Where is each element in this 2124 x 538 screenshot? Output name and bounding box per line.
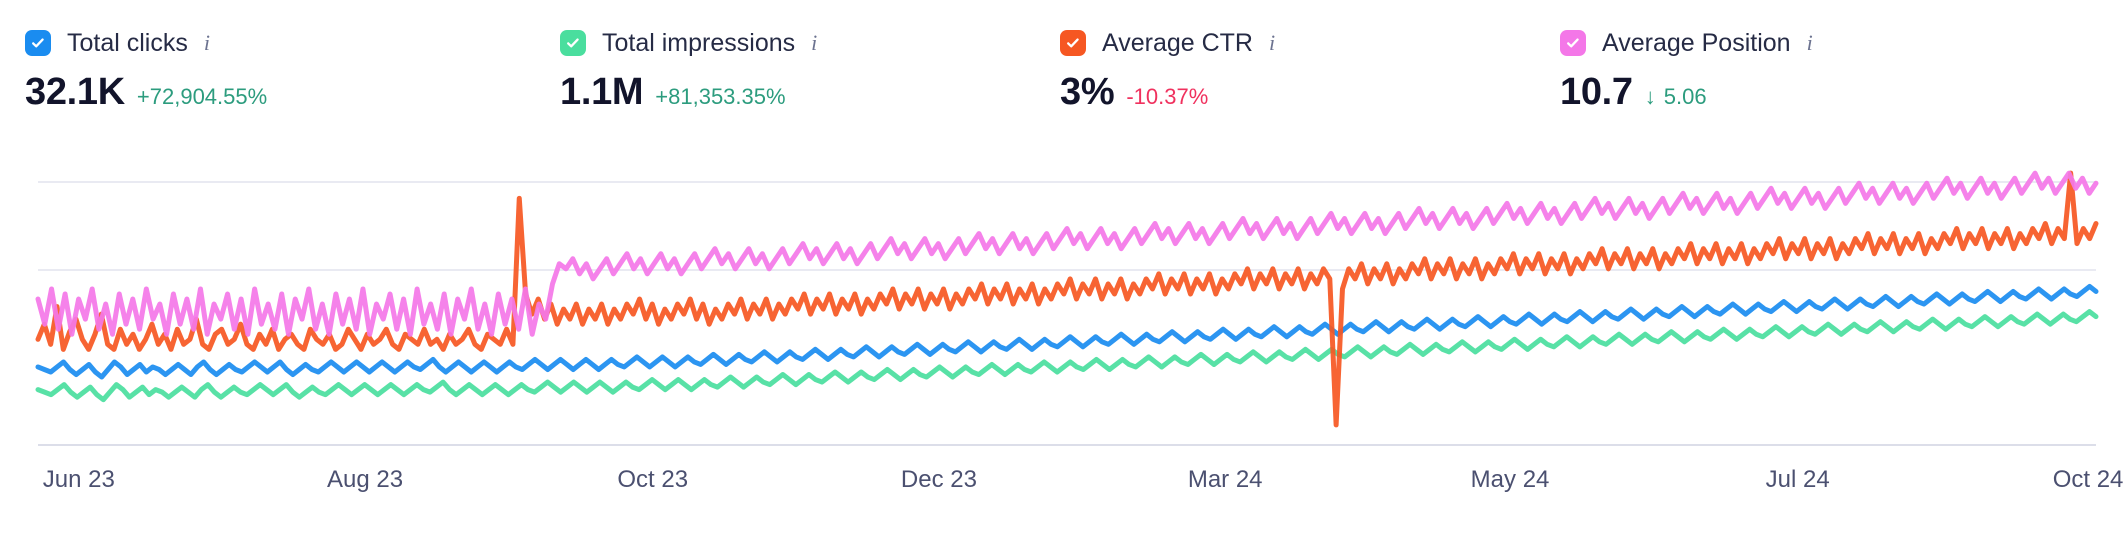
metric-body-total_clicks: 32.1K +72,904.55% — [25, 70, 267, 114]
checkbox-total_impressions[interactable] — [560, 30, 586, 56]
x-tick-5: May 24 — [1470, 466, 1550, 493]
x-tick-7: Oct 24 — [2052, 466, 2124, 493]
performance-chart: Jun 23 Aug 23 Oct 23 Dec 23 Mar 24 May 24 Jul … — [0, 140, 2124, 538]
metric-header-average_position: Average Position i — [1560, 28, 1813, 58]
metric-body-average_ctr: 3% -10.37% — [1060, 70, 1275, 114]
x-tick-4: Mar 24 — [1187, 466, 1263, 493]
info-icon-total_clicks[interactable]: i — [204, 30, 210, 56]
metric-value-average_ctr: 3% — [1060, 71, 1115, 113]
metric-body-total_impressions: 1.1M +81,353.35% — [560, 70, 817, 114]
metric-delta-average_position: ↓ 5.06 — [1645, 83, 1707, 111]
metric-card-average_position[interactable]: Average Position i 10.7 ↓ 5.06 — [1560, 0, 1813, 140]
metric-label-total_clicks: Total clicks — [67, 29, 188, 57]
x-tick-3: Dec 23 — [900, 466, 977, 493]
metric-delta-value-average_position: 5.06 — [1663, 84, 1707, 109]
metric-delta-average_ctr: -10.37% — [1126, 83, 1208, 111]
metrics-row: Total clicks i 32.1K +72,904.55% Total impre… — [0, 0, 2124, 140]
metric-card-total_impressions[interactable]: Total impressions i 1.1M +81,353.35% — [560, 0, 817, 140]
metric-value-total_impressions: 1.1M — [560, 71, 644, 113]
x-tick-2: Oct 23 — [617, 466, 689, 493]
metric-label-average_position: Average Position — [1602, 29, 1791, 57]
metric-delta-total_impressions: +81,353.35% — [655, 83, 785, 111]
metric-label-average_ctr: Average CTR — [1102, 29, 1253, 57]
metric-card-average_ctr[interactable]: Average CTR i 3% -10.37% — [1060, 0, 1275, 140]
checkbox-average_ctr[interactable] — [1060, 30, 1086, 56]
info-icon-average_position[interactable]: i — [1807, 30, 1813, 56]
x-tick-0: Jun 23 — [42, 466, 115, 493]
metric-value-average_position: 10.7 — [1560, 71, 1633, 113]
metric-delta-value-total_impressions: +81,353.35% — [655, 84, 786, 109]
x-tick-6: Jul 24 — [1765, 466, 1830, 493]
metric-delta-value-total_clicks: +72,904.55% — [136, 84, 268, 109]
x-axis-tick-labels: Jun 23 Aug 23 Oct 23 Dec 23 Mar 24 May 24 Jul … — [0, 465, 2124, 525]
metric-body-average_position: 10.7 ↓ 5.06 — [1560, 70, 1813, 114]
info-icon-average_ctr[interactable]: i — [1269, 30, 1275, 56]
metric-delta-value-average_ctr: -10.37% — [1126, 84, 1209, 109]
series-line-total-impressions — [35, 309, 2099, 403]
metric-header-total_impressions: Total impressions i — [560, 28, 817, 58]
metric-label-total_impressions: Total impressions — [602, 29, 796, 57]
metric-header-average_ctr: Average CTR i — [1060, 28, 1275, 58]
delta-arrow-icon-average_position: ↓ — [1644, 84, 1656, 109]
series-line-average-ctr — [35, 170, 2099, 428]
metric-header-total_clicks: Total clicks i — [25, 28, 267, 58]
info-icon-total_impressions[interactable]: i — [811, 30, 817, 56]
search-performance-panel: Total clicks i 32.1K +72,904.55% Total impre… — [0, 0, 2124, 538]
checkbox-average_position[interactable] — [1560, 30, 1586, 56]
metric-value-total_clicks: 32.1K — [25, 71, 125, 113]
x-tick-1: Aug 23 — [327, 466, 404, 493]
checkbox-total_clicks[interactable] — [25, 30, 51, 56]
metric-delta-total_clicks: +72,904.55% — [137, 83, 267, 111]
metric-card-total_clicks[interactable]: Total clicks i 32.1K +72,904.55% — [25, 0, 267, 140]
